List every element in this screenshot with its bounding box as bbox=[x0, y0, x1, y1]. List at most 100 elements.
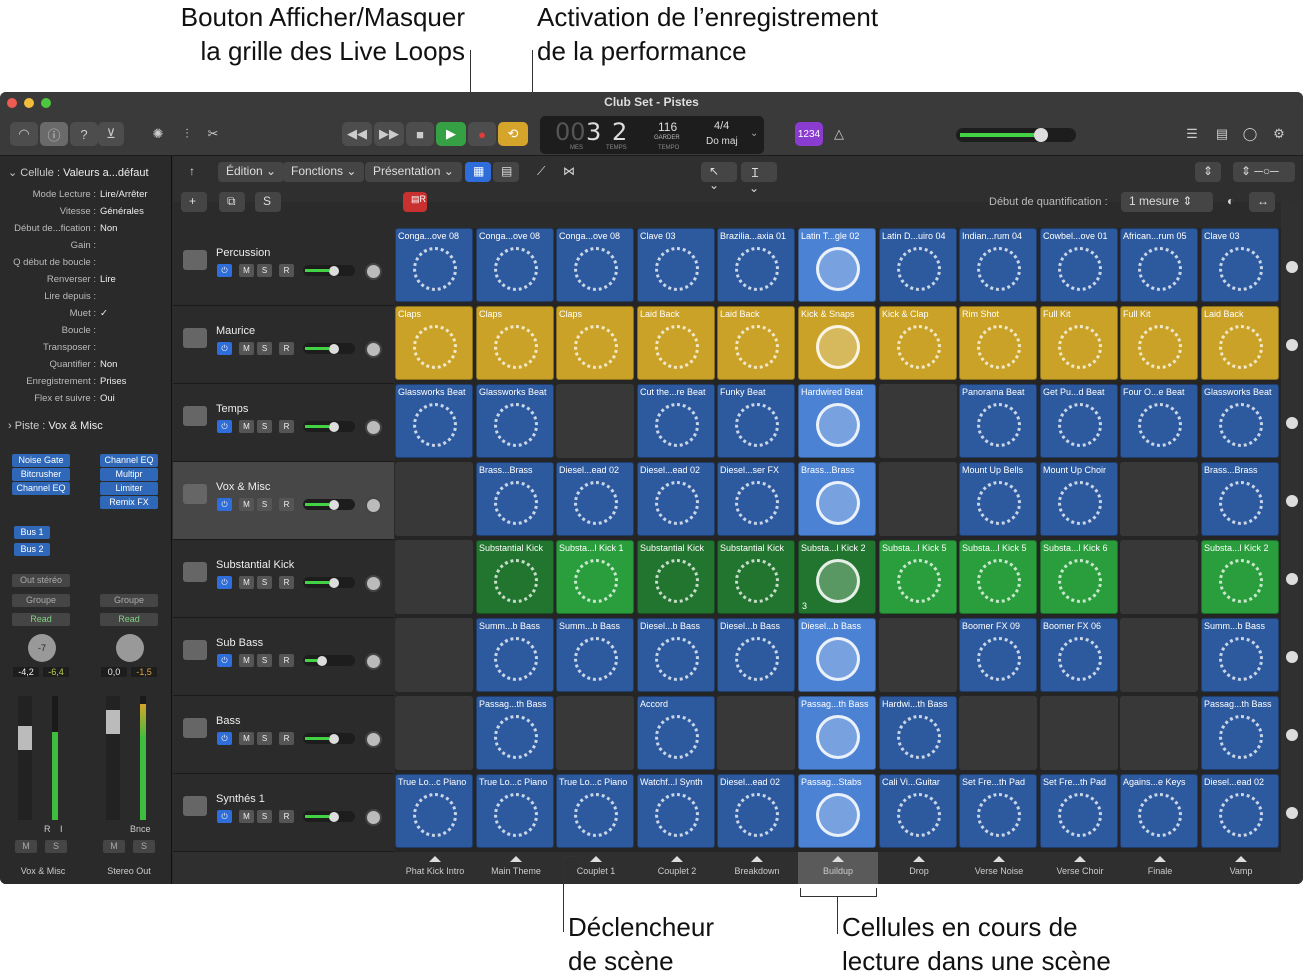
track-mute-button[interactable]: M bbox=[239, 810, 254, 823]
power-icon[interactable]: ⏻ bbox=[217, 810, 232, 823]
loop-cell[interactable]: Diesel...ead 02 bbox=[717, 774, 795, 848]
loop-cell[interactable]: Four O...e Beat bbox=[1120, 384, 1198, 458]
loop-cell[interactable]: Passag...Stabs bbox=[798, 774, 876, 848]
track-pan-knob[interactable] bbox=[365, 263, 382, 280]
track-pan-knob[interactable] bbox=[365, 497, 382, 514]
notepad-icon[interactable]: ▤ bbox=[1210, 122, 1234, 146]
loop-cell[interactable]: Get Pu...d Beat bbox=[1040, 384, 1118, 458]
loop-cell[interactable]: Substantial Kick bbox=[637, 540, 715, 614]
track-header[interactable]: Substantial Kick ⏻ M S R bbox=[173, 540, 394, 618]
loop-cell[interactable]: Substa...l Kick 2 3 bbox=[798, 540, 876, 614]
power-icon[interactable]: ⏻ bbox=[217, 342, 232, 355]
empty-cell[interactable] bbox=[395, 540, 473, 614]
track-volume-slider[interactable] bbox=[303, 421, 355, 432]
scene-trigger[interactable]: Couplet 2 bbox=[637, 852, 717, 884]
track-volume-slider[interactable] bbox=[303, 733, 355, 744]
plugin-slot-right[interactable]: Channel EQ bbox=[100, 454, 158, 467]
send-bus-2[interactable]: Bus 2 bbox=[14, 543, 50, 556]
scene-trigger[interactable]: Verse Noise bbox=[959, 852, 1039, 884]
play-button[interactable]: ▶ bbox=[436, 122, 466, 146]
scene-trigger[interactable]: Breakdown bbox=[717, 852, 797, 884]
fader-left[interactable] bbox=[18, 696, 32, 820]
scene-trigger[interactable]: Vamp bbox=[1201, 852, 1281, 884]
inspector-row[interactable]: Transposer : bbox=[0, 342, 172, 359]
loop-cell[interactable]: Diesel...b Bass bbox=[637, 618, 715, 692]
track-header[interactable]: Percussion ⏻ M S R bbox=[173, 228, 394, 306]
loop-cell[interactable]: Brass...Brass bbox=[1201, 462, 1279, 536]
automation-left[interactable]: Read bbox=[12, 613, 70, 626]
track-pan-knob[interactable] bbox=[365, 653, 382, 670]
back-icon[interactable]: ↑ bbox=[181, 162, 209, 182]
loop-cell[interactable]: Diesel...ead 02 bbox=[637, 462, 715, 536]
loop-cell[interactable]: Cowbel...ove 01 bbox=[1040, 228, 1118, 302]
loop-cell[interactable]: Hardwi...th Bass bbox=[879, 696, 957, 770]
loop-cell[interactable]: Conga...ove 08 bbox=[395, 228, 473, 302]
pan-knob-right[interactable] bbox=[116, 634, 144, 662]
track-record-button[interactable]: R bbox=[279, 576, 294, 589]
loop-cell[interactable]: Cali Vi...Guitar bbox=[879, 774, 957, 848]
scene-trigger[interactable]: Buildup bbox=[798, 852, 878, 884]
loop-cell[interactable]: Substa...l Kick 2 bbox=[1201, 540, 1279, 614]
loop-cell[interactable]: Diesel...b Bass bbox=[717, 618, 795, 692]
track-mute-button[interactable]: M bbox=[239, 264, 254, 277]
plugin-slot-left[interactable]: Noise Gate bbox=[12, 454, 70, 467]
scene-trigger[interactable]: Verse Choir bbox=[1040, 852, 1120, 884]
group-slot-left[interactable]: Groupe bbox=[12, 594, 70, 607]
loop-cell[interactable]: African...rum 05 bbox=[1120, 228, 1198, 302]
track-header[interactable]: Maurice ⏻ M S R bbox=[173, 306, 394, 384]
performance-record-button[interactable]: ▤R bbox=[403, 192, 427, 212]
empty-cell[interactable] bbox=[959, 696, 1037, 770]
plugin-slot-right[interactable]: Limiter bbox=[100, 482, 158, 495]
inspector-row[interactable]: Q début de boucle : bbox=[0, 257, 172, 274]
loop-cell[interactable]: Glassworks Beat bbox=[476, 384, 554, 458]
track-inspector-header[interactable]: › Piste : Vox & Misc bbox=[8, 420, 103, 432]
track-pan-knob[interactable] bbox=[365, 809, 382, 826]
track-solo-button[interactable]: S bbox=[257, 264, 272, 277]
loop-cell[interactable]: Glassworks Beat bbox=[1201, 384, 1279, 458]
track-volume-slider[interactable] bbox=[303, 265, 355, 276]
inspector-row[interactable]: Gain : bbox=[0, 240, 172, 257]
fader-right[interactable] bbox=[106, 696, 120, 820]
empty-cell[interactable] bbox=[1120, 462, 1198, 536]
track-header[interactable]: Bass ⏻ M S R bbox=[173, 696, 394, 774]
live-loops-grid-toggle[interactable]: ▦ bbox=[465, 162, 491, 182]
loop-cell[interactable]: Set Fre...th Pad bbox=[1040, 774, 1118, 848]
track-mute-button[interactable]: M bbox=[239, 732, 254, 745]
browser-icon[interactable]: ⚙ bbox=[1266, 122, 1292, 146]
loop-cell[interactable]: Panorama Beat bbox=[959, 384, 1037, 458]
inspector-row[interactable]: Renverser : Lire bbox=[0, 274, 172, 291]
loop-cell[interactable]: Passag...th Bass bbox=[476, 696, 554, 770]
track-mute-button[interactable]: M bbox=[239, 576, 254, 589]
inspector-row[interactable]: Vitesse : Générales bbox=[0, 206, 172, 223]
loop-cell[interactable]: Claps bbox=[395, 306, 473, 380]
help-icon[interactable]: ? bbox=[70, 122, 98, 146]
loop-cell[interactable]: Laid Back bbox=[637, 306, 715, 380]
track-pan-knob[interactable] bbox=[365, 731, 382, 748]
forward-button[interactable]: ▶▶ bbox=[374, 122, 404, 146]
loop-cell[interactable]: Diesel...ser FX bbox=[717, 462, 795, 536]
record-enable-left[interactable]: R bbox=[44, 824, 51, 834]
loop-cell[interactable]: Substa...l Kick 6 bbox=[1040, 540, 1118, 614]
solo-right[interactable]: S bbox=[133, 840, 155, 853]
loop-cell[interactable]: Summ...b Bass bbox=[556, 618, 634, 692]
loop-browser-icon[interactable]: ◯ bbox=[1238, 122, 1262, 146]
track-queue-icon[interactable] bbox=[1286, 261, 1298, 273]
track-volume-slider[interactable] bbox=[303, 499, 355, 510]
lcd-display[interactable]: 00 3 2 MES TEMPS 116 GARDER TEMPO 4/4 Do… bbox=[540, 116, 764, 154]
loop-cell[interactable]: Accord bbox=[637, 696, 715, 770]
track-mute-button[interactable]: M bbox=[239, 342, 254, 355]
track-record-button[interactable]: R bbox=[279, 810, 294, 823]
loop-cell[interactable]: Passag...th Bass bbox=[798, 696, 876, 770]
track-volume-slider[interactable] bbox=[303, 655, 355, 666]
empty-cell[interactable] bbox=[395, 696, 473, 770]
loop-cell[interactable]: Latin T...gle 02 bbox=[798, 228, 876, 302]
track-record-button[interactable]: R bbox=[279, 264, 294, 277]
bounce-button[interactable]: Bnce bbox=[130, 824, 151, 834]
track-solo-button[interactable]: S bbox=[257, 654, 272, 667]
loop-cell[interactable]: True Lo...c Piano bbox=[395, 774, 473, 848]
empty-cell[interactable] bbox=[879, 462, 957, 536]
track-solo-button[interactable]: S bbox=[257, 810, 272, 823]
loop-cell[interactable]: Laid Back bbox=[1201, 306, 1279, 380]
scene-trigger[interactable]: Phat Kick Intro bbox=[395, 852, 475, 884]
resize-icon[interactable]: ↔ bbox=[1249, 192, 1275, 212]
